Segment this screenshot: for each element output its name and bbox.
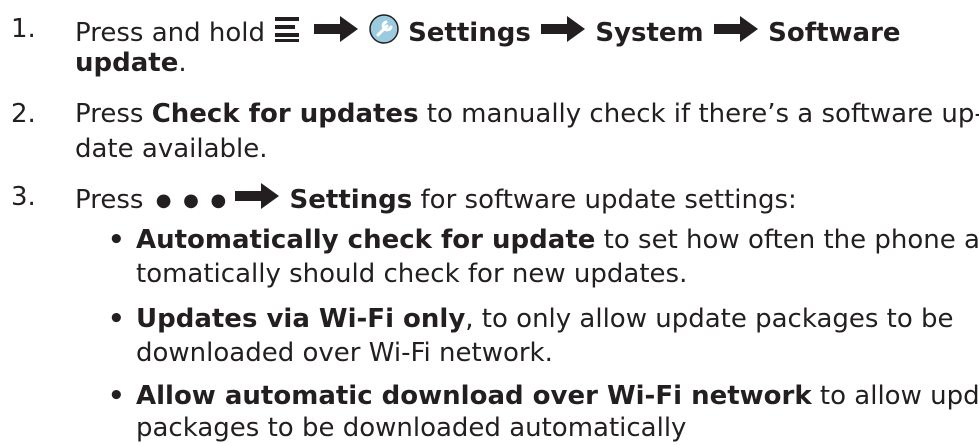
step-1-software-label: Software (768, 18, 901, 48)
instruction-page: 1. Press and hold Settings System Softwa… (0, 0, 979, 444)
sub-item-2-line-1: Updates via Wi-Fi only, to only allow up… (136, 303, 976, 336)
sub-item-1-bold: Automatically check for update (136, 225, 596, 255)
step-3-line-1: Press ● ● ● Settings for software update… (75, 181, 975, 220)
bullet: • (108, 225, 125, 255)
sub-item-2-tail: , to only allow update packages to be (465, 304, 954, 334)
step-3-number: 3. (11, 182, 36, 212)
step-1-prefix: Press and hold (75, 18, 265, 48)
sub-item-1-tail: to set how often the phone au- (595, 225, 979, 255)
bullet: • (108, 381, 125, 411)
sub-item-2-bold: Updates via Wi-Fi only (136, 304, 466, 334)
step-1-update-label: update (75, 48, 179, 78)
sub-item-3-tail: to allow update (819, 381, 979, 411)
step-1-number: 1. (11, 14, 36, 44)
sub-item-3-bold: Allow automatic download over Wi-Fi netw… (136, 381, 812, 411)
step-1-line-2: update. (75, 47, 975, 80)
step-1-period: . (178, 48, 187, 78)
step-1-system-label: System (595, 18, 704, 48)
step-2-pre: Press (75, 99, 152, 129)
sub-item-2-line-2: downloaded over Wi-Fi network. (136, 338, 553, 368)
more-options-icon: ● ● ● (155, 190, 230, 211)
step-3-pre: Press (75, 185, 144, 215)
step-1-settings-label: Settings (408, 18, 531, 48)
arrow-right-icon (233, 181, 281, 220)
sub-item-3-line-2: packages to be downloaded automatically (136, 413, 687, 443)
sub-item-3-line-1: Allow automatic download over Wi-Fi netw… (136, 380, 979, 413)
sub-item-1-line-1: Automatically check for update to set ho… (136, 224, 979, 257)
step-2-number: 2. (11, 99, 36, 129)
step-2-bold: Check for updates (151, 99, 419, 129)
step-3-tail: for software update settings: (412, 185, 797, 215)
step-2-line-1: Press Check for updates to manually chec… (75, 98, 979, 131)
step-2-line-2: date available. (75, 134, 268, 164)
step-3-settings-label: Settings (289, 185, 413, 215)
bullet: • (108, 304, 125, 334)
step-2-tail: to manually check if there’s a software … (418, 99, 979, 129)
sub-item-1-line-2: tomatically should check for new updates… (136, 259, 688, 289)
